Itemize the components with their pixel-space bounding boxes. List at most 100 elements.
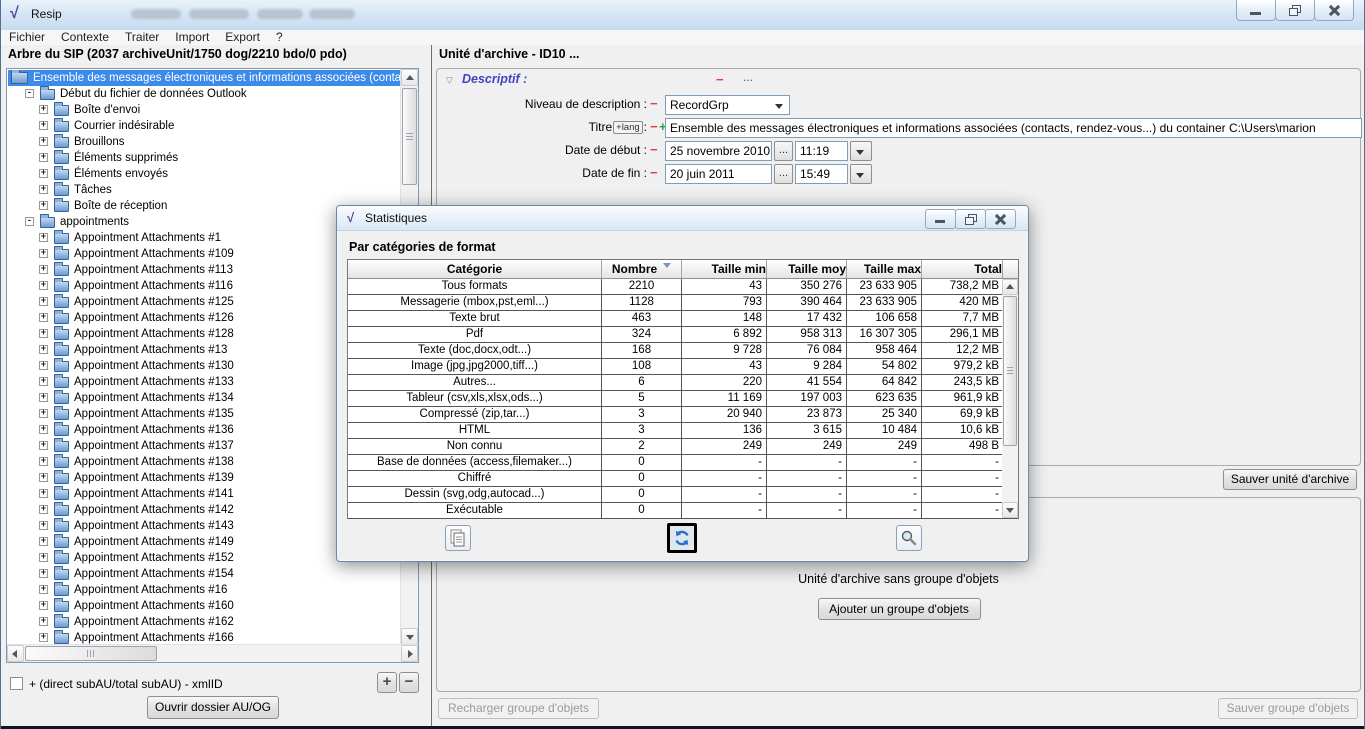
expander-icon[interactable] [39,297,48,306]
table-row[interactable]: Pdf 324 6 892 958 313 16 307 305 296,1 M… [348,327,1018,343]
dialog-close-button[interactable] [985,209,1016,229]
remove-field-icon[interactable]: − [650,142,658,157]
expander-icon[interactable] [39,281,48,290]
expander-icon[interactable] [39,329,48,338]
tree-horizontal-scrollbar[interactable] [7,644,418,662]
start-time-input[interactable]: 11:19 [795,141,848,161]
scroll-thumb[interactable] [402,88,417,185]
expander-icon[interactable] [39,441,48,450]
expander-icon[interactable] [39,169,48,178]
expander-icon[interactable] [25,217,34,226]
table-row[interactable]: Autres... 6 220 41 554 64 842 243,5 kB [348,375,1018,391]
scroll-right-button[interactable] [401,645,418,662]
table-row[interactable]: Texte (doc,docx,odt...) 168 9 728 76 084… [348,343,1018,359]
table-row[interactable]: Tous formats 2210 43 350 276 23 633 905 … [348,279,1018,295]
column-header-nombre[interactable]: Nombre [602,260,682,278]
scroll-left-button[interactable] [7,645,24,662]
table-row[interactable]: Image (jpg,jpg2000,tiff...) 108 43 9 284… [348,359,1018,375]
expander-icon[interactable] [39,537,48,546]
end-time-dropdown-button[interactable] [850,164,872,184]
tree-item[interactable]: Courrier indésirable [8,118,400,134]
table-row[interactable]: HTML 3 136 3 615 10 484 10,6 kB [348,423,1018,439]
descriptif-more-button[interactable]: ... [743,70,753,84]
menu-item[interactable]: Import [167,30,217,45]
expander-icon[interactable] [39,505,48,514]
scroll-thumb[interactable] [25,646,157,661]
tree-item[interactable]: Appointment Attachments #166 [8,630,400,644]
expander-icon[interactable] [39,233,48,242]
tree-item[interactable]: Brouillons [8,134,400,150]
tree-item[interactable]: Appointment Attachments #160 [8,598,400,614]
table-row[interactable]: Non connu 2 249 249 249 498 B [348,439,1018,455]
minimize-button[interactable] [1236,0,1276,21]
menu-item[interactable]: Export [217,30,268,45]
copy-statistics-button[interactable] [445,525,471,551]
table-row[interactable]: Tableur (csv,xls,xlsx,ods...) 5 11 169 1… [348,391,1018,407]
expander-icon[interactable] [39,553,48,562]
start-date-picker-button[interactable]: ... [774,141,793,161]
scroll-down-button[interactable] [1002,502,1018,518]
expander-icon[interactable] [39,153,48,162]
column-header-taille-max[interactable]: Taille max [847,260,922,278]
dialog-minimize-button[interactable] [925,209,956,229]
dialog-restore-button[interactable] [955,209,986,229]
menu-item[interactable]: Traiter [117,30,167,45]
reload-object-group-button[interactable]: Recharger groupe d'objets [438,698,599,719]
menu-item[interactable]: Contexte [53,30,117,45]
scroll-down-button[interactable] [401,628,418,645]
expander-icon[interactable] [39,185,48,194]
column-header-taille-min[interactable]: Taille min [682,260,767,278]
expander-icon[interactable] [39,313,48,322]
end-date-picker-button[interactable]: ... [774,164,793,184]
tree-item[interactable]: Début du fichier de données Outlook [8,86,400,102]
expander-icon[interactable] [39,601,48,610]
scroll-up-button[interactable] [1002,279,1018,295]
expander-icon[interactable] [39,521,48,530]
scroll-thumb[interactable] [1003,296,1017,446]
expander-icon[interactable] [39,569,48,578]
add-object-group-button[interactable]: Ajouter un groupe d'objets [818,598,981,620]
collapse-all-button[interactable]: − [399,672,419,693]
end-date-input[interactable]: 20 juin 2011 [665,164,772,184]
add-lang-button[interactable]: +lang [613,121,643,134]
remove-field-icon[interactable]: − [650,165,658,180]
expander-icon[interactable] [39,201,48,210]
tree-item[interactable]: Boîte d'envoi [8,102,400,118]
column-header-taille-moy[interactable]: Taille moy [767,260,847,278]
restore-button[interactable] [1275,0,1315,21]
xmlid-checkbox[interactable] [10,677,23,690]
expander-icon[interactable] [39,249,48,258]
title-input[interactable]: Ensemble des messages électroniques et i… [665,118,1362,138]
expander-icon[interactable] [39,409,48,418]
expander-icon[interactable] [39,585,48,594]
menu-item[interactable]: Fichier [1,30,53,45]
table-row[interactable]: Chiffré 0 - - - - [348,471,1018,487]
tree-item[interactable]: Appointment Attachments #16 [8,582,400,598]
expander-icon[interactable] [39,121,48,130]
expander-icon[interactable] [39,617,48,626]
expander-icon[interactable] [39,265,48,274]
tree-item[interactable]: Appointment Attachments #154 [8,566,400,582]
close-button[interactable] [1314,0,1354,21]
column-header-categorie[interactable]: Catégorie [348,260,602,278]
expander-icon[interactable] [39,105,48,114]
expander-icon[interactable] [25,89,34,98]
save-object-group-button[interactable]: Sauver groupe d'objets [1218,698,1358,719]
expand-all-button[interactable]: + [377,672,397,693]
table-row[interactable]: Texte brut 463 148 17 432 106 658 7,7 MB [348,311,1018,327]
tree-item[interactable]: Éléments envoyés [8,166,400,182]
search-statistics-button[interactable] [896,525,922,551]
remove-field-icon[interactable]: − [650,119,658,134]
expander-icon[interactable] [39,457,48,466]
table-row[interactable]: Messagerie (mbox,pst,eml...) 1128 793 39… [348,295,1018,311]
table-row[interactable]: Dessin (svg,odg,autocad...) 0 - - - - [348,487,1018,503]
expander-icon[interactable] [39,361,48,370]
tree-item[interactable]: Appointment Attachments #162 [8,614,400,630]
description-level-select[interactable]: RecordGrp [665,95,790,115]
remove-descriptif-icon[interactable]: − [716,72,724,87]
menu-item[interactable]: ? [268,30,291,45]
expander-icon[interactable] [39,489,48,498]
start-time-dropdown-button[interactable] [850,141,872,161]
table-vertical-scrollbar[interactable] [1002,279,1018,518]
scroll-up-button[interactable] [401,69,418,86]
